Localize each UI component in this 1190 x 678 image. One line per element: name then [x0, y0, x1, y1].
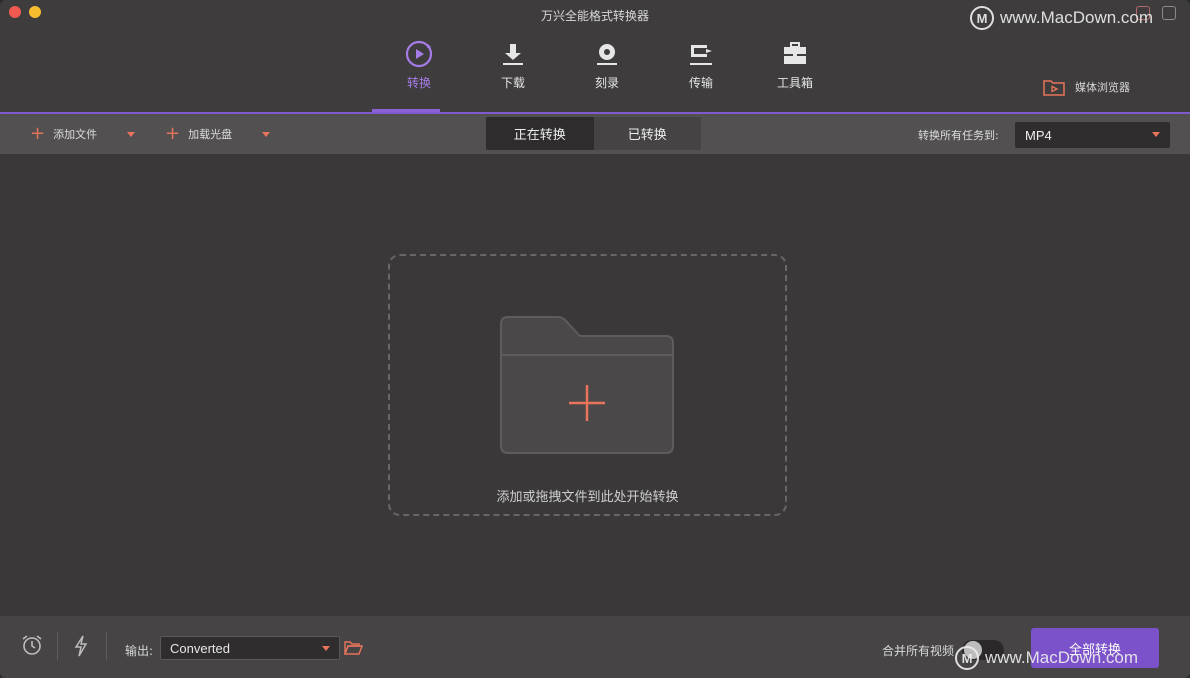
- lightning-icon[interactable]: [73, 635, 89, 657]
- watermark-text: www.MacDown.com: [1000, 8, 1154, 27]
- conversion-status-tabs: 正在转换 已转换: [486, 117, 701, 150]
- menu-icon[interactable]: [1162, 6, 1176, 20]
- main-nav: 转换 下载 刻录 传输 工具箱: [372, 38, 842, 112]
- download-icon: [500, 38, 526, 70]
- tab-converting[interactable]: 正在转换: [486, 117, 594, 150]
- convert-all-to-label: 转换所有任务到:: [918, 129, 999, 142]
- add-files-dropdown-icon[interactable]: [127, 132, 135, 137]
- output-format-value: MP4: [1025, 127, 1052, 143]
- transfer-icon: [687, 38, 715, 70]
- drop-hint-text: 添加或拖拽文件到此处开始转换: [496, 490, 679, 505]
- divider: [57, 632, 58, 660]
- alarm-clock-icon[interactable]: [21, 634, 43, 656]
- output-folder-select[interactable]: Converted: [160, 636, 340, 660]
- output-format-select[interactable]: MP4: [1015, 122, 1170, 148]
- watermark-logo: M: [955, 646, 979, 670]
- load-disc-button[interactable]: + 加载光盘: [165, 114, 232, 154]
- burn-disc-icon: [594, 38, 620, 70]
- tab-toolbox-label: 工具箱: [776, 76, 813, 90]
- add-folder-icon[interactable]: [500, 316, 676, 456]
- watermark-logo: M: [970, 6, 994, 30]
- load-disc-label: 加载光盘: [188, 128, 233, 141]
- plus-icon: +: [30, 123, 46, 144]
- media-folder-icon: [1043, 80, 1065, 96]
- add-files-button[interactable]: + 添加文件: [30, 114, 97, 154]
- media-browser-button[interactable]: 媒体浏览器: [1043, 78, 1130, 96]
- merge-videos-label: 合并所有视频: [882, 644, 955, 658]
- tab-burn[interactable]: 刻录: [560, 38, 654, 110]
- tab-converted[interactable]: 已转换: [593, 117, 701, 150]
- plus-icon: +: [165, 123, 181, 144]
- watermark-text: www.MacDown.com: [985, 648, 1139, 667]
- watermark-bottom: M www.MacDown.com: [955, 646, 1138, 670]
- toolbox-icon: [781, 38, 809, 70]
- app-window: 万兴全能格式转换器 转换 下载 刻录 传输 工具箱 媒体浏览器 M www.Ma…: [0, 0, 1190, 678]
- convert-play-icon: [404, 38, 434, 70]
- output-folder-value: Converted: [170, 640, 230, 656]
- tab-download-label: 下载: [500, 76, 525, 90]
- tab-burn-label: 刻录: [594, 76, 619, 90]
- tab-convert-label: 转换: [406, 76, 431, 90]
- chevron-down-icon: [1152, 132, 1160, 137]
- tab-transfer-label: 传输: [688, 76, 713, 90]
- open-folder-icon[interactable]: [344, 640, 363, 655]
- load-disc-dropdown-icon[interactable]: [262, 132, 270, 137]
- tab-toolbox[interactable]: 工具箱: [748, 38, 842, 110]
- divider: [106, 632, 107, 660]
- watermark-top: M www.MacDown.com: [970, 6, 1153, 30]
- media-browser-label: 媒体浏览器: [1075, 81, 1130, 94]
- add-files-label: 添加文件: [53, 128, 98, 141]
- tab-transfer[interactable]: 传输: [654, 38, 748, 110]
- output-label: 输出:: [125, 644, 154, 658]
- tab-convert[interactable]: 转换: [372, 38, 466, 112]
- tab-download[interactable]: 下载: [466, 38, 560, 110]
- chevron-down-icon: [322, 646, 330, 651]
